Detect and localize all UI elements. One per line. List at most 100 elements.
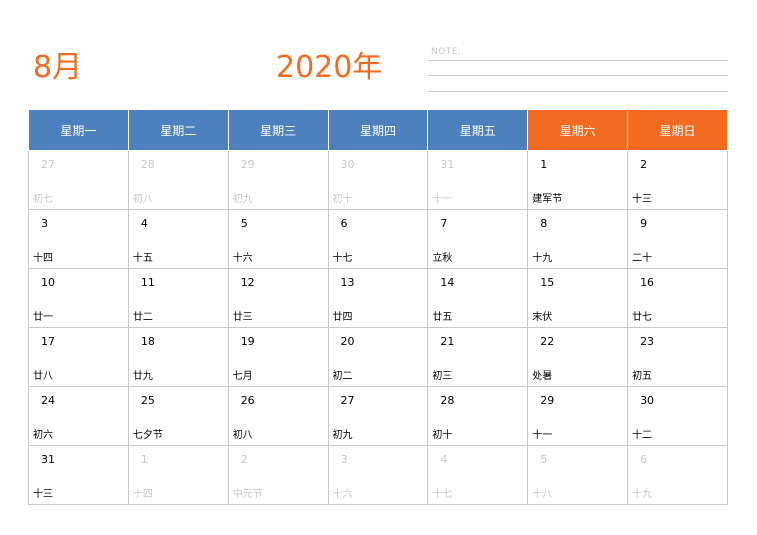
day-cell[interactable]: 4 十五 xyxy=(127,209,229,269)
day-number: 31 xyxy=(41,453,55,466)
day-number: 12 xyxy=(240,276,255,289)
day-cell[interactable]: 29 初九 xyxy=(227,150,329,210)
day-number: 26 xyxy=(240,394,255,407)
lunar-date: 十三 xyxy=(632,194,653,205)
day-number: 31 xyxy=(440,158,455,171)
day-cell[interactable]: 5 十六 xyxy=(227,209,329,269)
lunar-date: 十六 xyxy=(232,253,253,264)
day-number: 1 xyxy=(540,158,548,171)
day-cell[interactable]: 5 十八 xyxy=(527,445,629,505)
day-cell[interactable]: 29 十一 xyxy=(527,386,629,446)
day-cell[interactable]: 2 十三 xyxy=(627,150,728,210)
month-title: 8月 xyxy=(33,50,83,85)
day-cell[interactable]: 18 廿九 xyxy=(127,327,229,387)
day-cell[interactable]: 6 十七 xyxy=(327,209,429,269)
day-cell[interactable]: 1 十四 xyxy=(127,445,229,505)
lunar-date: 十三 xyxy=(33,489,53,500)
day-cell[interactable]: 27 初九 xyxy=(327,386,429,446)
day-number: 25 xyxy=(140,394,155,407)
day-number: 13 xyxy=(340,276,355,289)
note-line-1 xyxy=(428,60,728,61)
day-number: 15 xyxy=(540,276,555,289)
day-cell[interactable]: 13 廿四 xyxy=(327,268,429,328)
lunar-date: 七夕节 xyxy=(132,430,163,441)
note-line-2 xyxy=(428,75,728,76)
lunar-date: 处暑 xyxy=(532,371,553,382)
day-number: 5 xyxy=(240,217,248,230)
day-cell[interactable]: 6 十九 xyxy=(627,445,728,505)
day-number: 28 xyxy=(440,394,455,407)
weekday-header-fri: 星期五 xyxy=(427,109,529,151)
day-cell[interactable]: 2 中元节 xyxy=(227,445,329,505)
day-cell[interactable]: 14 廿五 xyxy=(427,268,529,328)
day-cell[interactable]: 21 初三 xyxy=(427,327,529,387)
day-cell[interactable]: 16 廿七 xyxy=(627,268,728,328)
lunar-date: 初十 xyxy=(432,430,453,441)
lunar-date: 十九 xyxy=(632,489,653,500)
lunar-date: 初九 xyxy=(232,194,253,205)
week-row: 10 廿一 11 廿二 12 廿三 13 廿四 14 廿五 15 末伏 16 廿七 xyxy=(28,268,728,328)
day-number: 3 xyxy=(340,453,348,466)
lunar-date: 廿四 xyxy=(332,312,353,323)
day-number: 14 xyxy=(440,276,455,289)
weekday-header-sat: 星期六 xyxy=(527,109,629,151)
lunar-date: 十七 xyxy=(432,489,453,500)
day-cell[interactable]: 19 七月 xyxy=(227,327,329,387)
day-cell[interactable]: 26 初八 xyxy=(227,386,329,446)
day-cell[interactable]: 24 初六 xyxy=(28,386,129,446)
day-cell[interactable]: 30 十二 xyxy=(627,386,728,446)
lunar-date: 十七 xyxy=(332,253,353,264)
day-cell[interactable]: 17 廿八 xyxy=(28,327,129,387)
day-cell[interactable]: 15 末伏 xyxy=(527,268,629,328)
day-cell[interactable]: 3 十六 xyxy=(327,445,429,505)
day-number: 16 xyxy=(640,276,655,289)
day-number: 22 xyxy=(540,335,555,348)
day-number: 10 xyxy=(41,276,55,289)
day-cell[interactable]: 31 十三 xyxy=(28,445,129,505)
day-cell[interactable]: 8 十九 xyxy=(527,209,629,269)
day-number: 29 xyxy=(540,394,555,407)
day-cell[interactable]: 10 廿一 xyxy=(28,268,129,328)
lunar-date: 二十 xyxy=(632,253,653,264)
day-cell[interactable]: 3 十四 xyxy=(28,209,129,269)
day-number: 9 xyxy=(640,217,648,230)
day-number: 4 xyxy=(440,453,448,466)
lunar-date: 十六 xyxy=(332,489,353,500)
day-number: 21 xyxy=(440,335,455,348)
lunar-date: 末伏 xyxy=(532,312,553,323)
lunar-date: 廿八 xyxy=(33,371,53,382)
day-cell[interactable]: 9 二十 xyxy=(627,209,728,269)
day-cell[interactable]: 28 初八 xyxy=(127,150,229,210)
day-cell[interactable]: 22 处暑 xyxy=(527,327,629,387)
day-number: 2 xyxy=(240,453,248,466)
day-cell[interactable]: 30 初十 xyxy=(327,150,429,210)
lunar-date: 初二 xyxy=(332,371,353,382)
day-cell[interactable]: 7 立秋 xyxy=(427,209,529,269)
day-number: 19 xyxy=(240,335,255,348)
week-row: 24 初六 25 七夕节 26 初八 27 初九 28 初十 29 十一 30 十二 xyxy=(28,386,728,446)
day-cell[interactable]: 1 建军节 xyxy=(527,150,629,210)
day-cell[interactable]: 23 初五 xyxy=(627,327,728,387)
day-cell[interactable]: 11 廿二 xyxy=(127,268,229,328)
day-number: 30 xyxy=(340,158,355,171)
day-number: 28 xyxy=(140,158,155,171)
weekday-header-tue: 星期二 xyxy=(127,109,229,151)
lunar-date: 建军节 xyxy=(532,194,563,205)
day-number: 29 xyxy=(240,158,255,171)
day-number: 4 xyxy=(140,217,148,230)
day-cell[interactable]: 25 七夕节 xyxy=(127,386,229,446)
day-cell[interactable]: 27 初七 xyxy=(28,150,129,210)
day-cell[interactable]: 31 十一 xyxy=(427,150,529,210)
lunar-date: 立秋 xyxy=(432,253,453,264)
lunar-date: 七月 xyxy=(232,371,253,382)
lunar-date: 廿三 xyxy=(232,312,253,323)
day-cell[interactable]: 28 初十 xyxy=(427,386,529,446)
day-cell[interactable]: 20 初二 xyxy=(327,327,429,387)
day-cell[interactable]: 4 十七 xyxy=(427,445,529,505)
day-cell[interactable]: 12 廿三 xyxy=(227,268,329,328)
lunar-date: 初九 xyxy=(332,430,353,441)
weekday-header-wed: 星期三 xyxy=(227,109,329,151)
lunar-date: 中元节 xyxy=(232,489,263,500)
lunar-date: 初五 xyxy=(632,371,653,382)
lunar-date: 十八 xyxy=(532,489,553,500)
